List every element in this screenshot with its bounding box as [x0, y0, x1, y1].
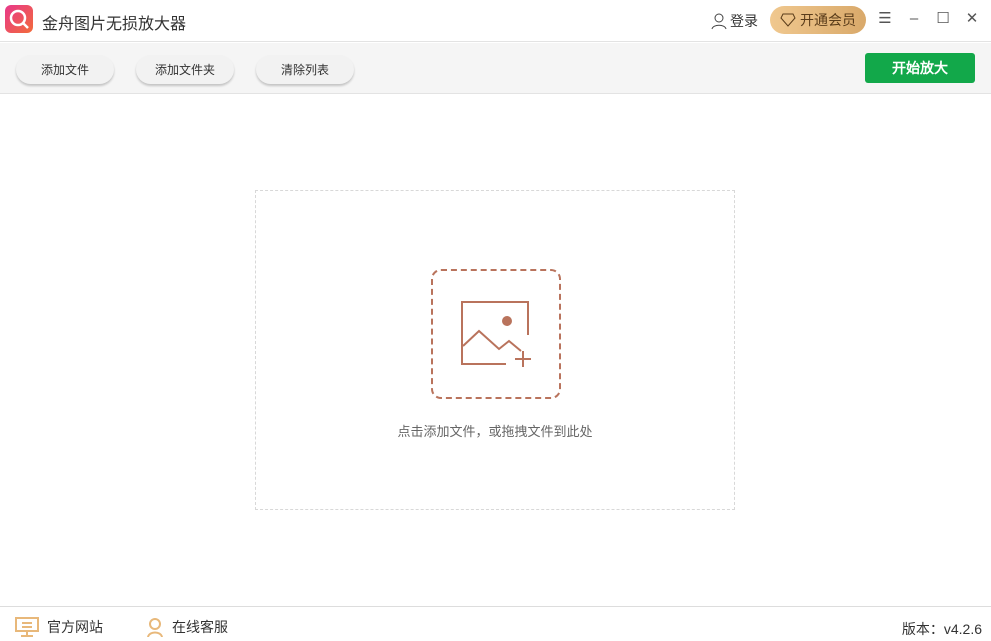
- app-title: 金舟图片无损放大器: [42, 10, 186, 34]
- login-button[interactable]: 登录: [710, 11, 758, 31]
- start-button[interactable]: 开始放大: [865, 53, 975, 83]
- website-link[interactable]: 官方网站: [15, 617, 103, 637]
- add-image-button[interactable]: [431, 269, 561, 399]
- vip-button[interactable]: 开通会员: [770, 6, 866, 34]
- add-file-button[interactable]: 添加文件: [16, 55, 114, 84]
- support-link[interactable]: 在线客服: [146, 617, 228, 637]
- minimize-icon[interactable]: –: [905, 10, 923, 28]
- user-icon: [710, 12, 728, 30]
- toolbar: 添加文件 添加文件夹 清除列表 开始放大: [0, 43, 991, 94]
- website-label: 官方网站: [47, 617, 103, 637]
- version-label: 版本：v4.2.6: [902, 619, 982, 639]
- drop-hint: 点击添加文件，或拖拽文件到此处: [256, 421, 734, 440]
- clear-list-button[interactable]: 清除列表: [256, 55, 354, 84]
- add-image-icon: [433, 271, 559, 397]
- diamond-icon: [780, 13, 796, 27]
- app-logo-icon: [5, 5, 33, 33]
- maximize-icon[interactable]: ☐: [934, 10, 952, 28]
- close-icon[interactable]: ✕: [963, 10, 981, 28]
- footer: 官方网站 在线客服 版本：v4.2.6: [0, 606, 991, 641]
- support-agent-icon: [146, 617, 164, 637]
- monitor-icon: [15, 617, 39, 637]
- title-bar: 金舟图片无损放大器 登录 开通会员 ☰ – ☐ ✕: [0, 0, 991, 42]
- drop-zone[interactable]: 点击添加文件，或拖拽文件到此处: [255, 190, 735, 510]
- login-label: 登录: [730, 11, 758, 31]
- add-folder-button[interactable]: 添加文件夹: [136, 55, 234, 84]
- support-label: 在线客服: [172, 617, 228, 637]
- vip-label: 开通会员: [800, 10, 856, 30]
- menu-icon[interactable]: ☰: [876, 10, 894, 28]
